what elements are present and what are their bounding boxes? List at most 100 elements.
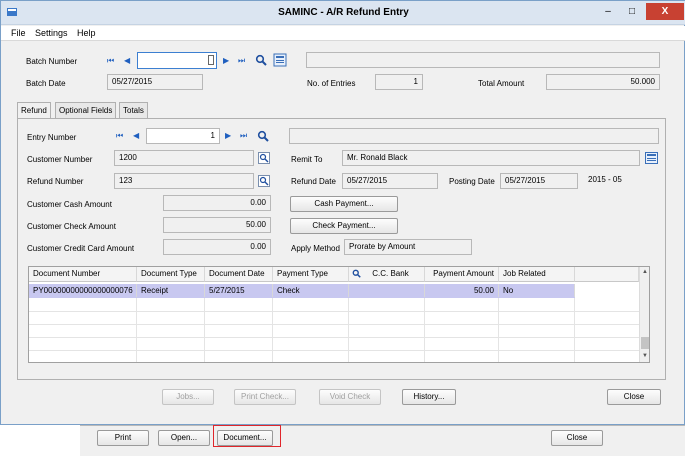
print-check-button[interactable]: Print Check...	[234, 389, 296, 405]
batch-date-label: Batch Date	[26, 79, 66, 88]
refund-date-field[interactable]: 05/27/2015	[342, 173, 438, 189]
scroll-down-icon[interactable]: ▼	[642, 353, 648, 359]
grid-row-line	[29, 324, 639, 325]
close-button[interactable]: Close	[607, 389, 661, 405]
batch-list-icon[interactable]	[273, 53, 287, 69]
col-header-payment-type[interactable]: Payment Type	[273, 267, 349, 282]
batch-number-label: Batch Number	[26, 57, 78, 66]
scroll-up-icon[interactable]: ▲	[642, 269, 648, 275]
refund-number-field[interactable]: 123	[114, 173, 254, 189]
customer-number-field[interactable]: 1200	[114, 150, 254, 166]
previous-batch-icon[interactable]: ◀	[124, 54, 130, 68]
scroll-thumb[interactable]	[641, 337, 649, 349]
remit-to-label: Remit To	[291, 155, 323, 164]
batch-description-field[interactable]	[306, 52, 660, 68]
payment-detail-grid: Document Number Document Type Document D…	[28, 266, 650, 363]
grid-col-line	[424, 298, 425, 362]
jobs-button[interactable]: Jobs...	[162, 389, 214, 405]
cash-payment-button[interactable]: Cash Payment...	[290, 196, 398, 212]
previous-entry-icon[interactable]: ◀	[133, 129, 139, 143]
customer-check-amount-label: Customer Check Amount	[27, 222, 116, 231]
payment-type-cell[interactable]: Check	[273, 284, 349, 297]
minimize-button[interactable]: –	[597, 3, 619, 20]
col-header-document-number[interactable]: Document Number	[29, 267, 137, 282]
first-batch-icon[interactable]: ⏮	[107, 54, 114, 68]
remit-to-field[interactable]: Mr. Ronald Black	[342, 150, 640, 166]
no-of-entries-field: 1	[375, 74, 423, 90]
remit-to-list-icon[interactable]	[645, 152, 658, 166]
entry-search-icon[interactable]	[257, 130, 269, 144]
open-button[interactable]: Open...	[158, 430, 210, 446]
last-batch-icon[interactable]: ⏭	[238, 54, 245, 68]
menu-file[interactable]: File	[11, 28, 26, 38]
refund-entry-window: SAMINC - A/R Refund Entry – □ X File Set…	[0, 0, 685, 425]
customer-number-label: Customer Number	[27, 155, 93, 164]
customer-cash-amount-field[interactable]: 0.00	[163, 195, 271, 211]
menu-settings[interactable]: Settings	[35, 28, 68, 38]
customer-check-amount-field[interactable]: 50.00	[163, 217, 271, 233]
fiscal-period-field: 2015 - 05	[588, 175, 622, 184]
col-header-job-related[interactable]: Job Related	[499, 267, 575, 282]
table-row[interactable]: PY00000000000000000076 Receipt 5/27/2015…	[29, 284, 575, 298]
menu-help[interactable]: Help	[77, 28, 96, 38]
cc-bank-header-label: C.C. Bank	[372, 269, 409, 278]
document-date-cell[interactable]: 5/27/2015	[205, 284, 273, 297]
batch-number-input[interactable]	[137, 52, 217, 69]
cc-bank-cell[interactable]	[349, 284, 425, 297]
background-close-button[interactable]: Close	[551, 430, 603, 446]
window-title: SAMINC - A/R Refund Entry	[278, 7, 409, 18]
cc-bank-search-icon[interactable]	[352, 269, 362, 279]
entry-description-field[interactable]	[289, 128, 659, 144]
apply-method-label: Apply Method	[291, 244, 340, 253]
entry-number-label: Entry Number	[27, 133, 77, 142]
last-entry-icon[interactable]: ⏭	[240, 129, 247, 143]
document-type-cell[interactable]: Receipt	[137, 284, 205, 297]
customer-credit-card-amount-field[interactable]: 0.00	[163, 239, 271, 255]
tab-refund[interactable]: Refund	[17, 102, 51, 119]
col-header-payment-amount[interactable]: Payment Amount	[425, 267, 499, 282]
void-check-button[interactable]: Void Check	[319, 389, 381, 405]
customer-cash-amount-label: Customer Cash Amount	[27, 200, 112, 209]
refund-date-label: Refund Date	[291, 177, 336, 186]
maximize-button[interactable]: □	[621, 3, 643, 20]
document-number-cell[interactable]: PY00000000000000000076	[29, 284, 137, 297]
entry-number-input[interactable]: 1	[146, 128, 220, 144]
batch-search-icon[interactable]	[255, 54, 267, 68]
customer-finder-icon[interactable]	[258, 152, 270, 166]
first-entry-icon[interactable]: ⏮	[116, 129, 123, 143]
batch-date-field: 05/27/2015	[107, 74, 203, 90]
tab-totals[interactable]: Totals	[119, 102, 148, 118]
grid-col-line	[272, 298, 273, 362]
payment-amount-cell[interactable]: 50.00	[425, 284, 499, 297]
batch-number-spinner[interactable]	[208, 55, 214, 65]
col-header-cc-bank[interactable]: C.C. Bank	[349, 267, 425, 282]
history-button[interactable]: History...	[402, 389, 456, 405]
grid-row-line	[29, 337, 639, 338]
tab-optional-fields[interactable]: Optional Fields	[55, 102, 117, 118]
grid-vertical-scrollbar[interactable]: ▲ ▼	[639, 267, 649, 362]
grid-col-line	[348, 298, 349, 362]
grid-col-line	[498, 298, 499, 362]
customer-credit-card-amount-label: Customer Credit Card Amount	[27, 244, 135, 253]
grid-col-line	[204, 298, 205, 362]
grid-col-line	[574, 298, 575, 362]
refund-number-label: Refund Number	[27, 177, 84, 186]
total-amount-label: Total Amount	[478, 79, 525, 88]
posting-date-field[interactable]: 05/27/2015	[500, 173, 578, 189]
close-window-button[interactable]: X	[646, 3, 684, 20]
no-of-entries-label: No. of Entries	[307, 79, 356, 88]
total-amount-field: 50.000	[546, 74, 660, 90]
next-batch-icon[interactable]: ▶	[223, 54, 229, 68]
col-header-document-date[interactable]: Document Date	[205, 267, 273, 282]
apply-method-field[interactable]: Prorate by Amount	[344, 239, 472, 255]
grid-row-line	[29, 350, 639, 351]
refund-number-finder-icon[interactable]	[258, 175, 270, 189]
print-button[interactable]: Print	[97, 430, 149, 446]
document-button[interactable]: Document...	[217, 430, 273, 446]
menu-bar: File Settings Help	[1, 26, 685, 41]
col-header-document-type[interactable]: Document Type	[137, 267, 205, 282]
next-entry-icon[interactable]: ▶	[225, 129, 231, 143]
job-related-cell[interactable]: No	[499, 284, 575, 297]
check-payment-button[interactable]: Check Payment...	[290, 218, 398, 234]
grid-row-line	[29, 311, 639, 312]
